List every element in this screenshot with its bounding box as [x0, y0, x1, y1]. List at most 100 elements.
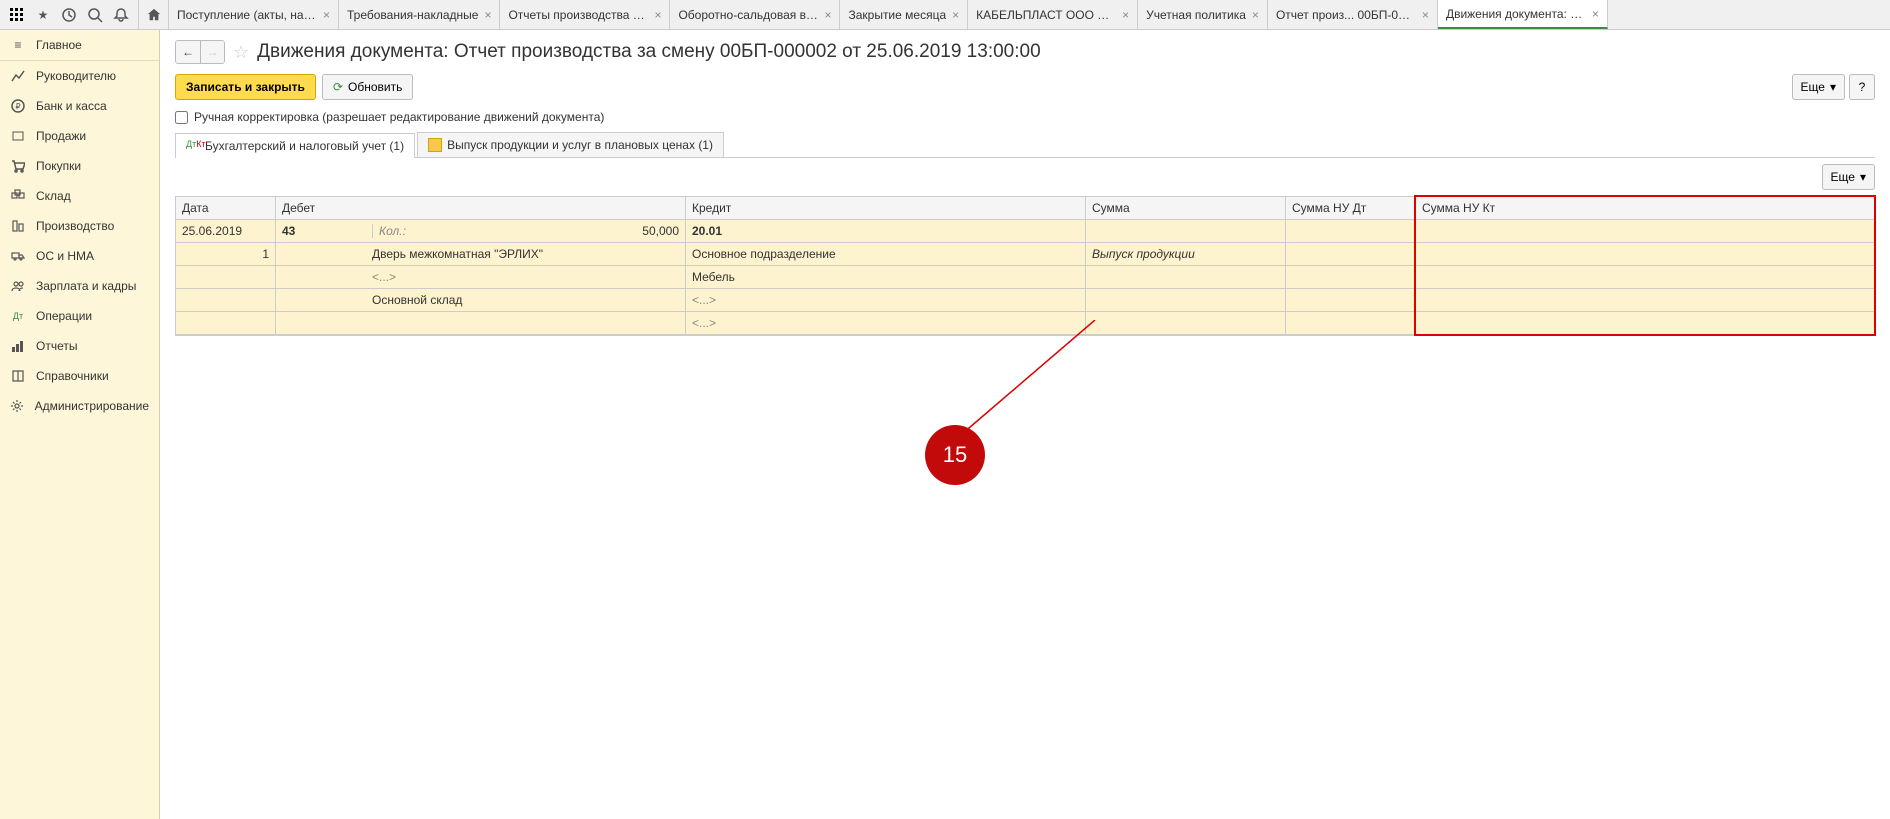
table-more-button[interactable]: Еще ▾: [1822, 164, 1875, 190]
hdr-sum[interactable]: Сумма: [1086, 197, 1286, 219]
sidebar-item[interactable]: Администрирование: [0, 391, 159, 421]
nav-forward[interactable]: →: [200, 41, 224, 63]
close-icon[interactable]: ×: [1252, 8, 1259, 22]
grid-row[interactable]: <...> Мебель: [176, 266, 1874, 289]
inner-tabs: ДтКт Бухгалтерский и налоговый учет (1) …: [175, 132, 1875, 158]
bell-icon[interactable]: [109, 3, 133, 27]
tab-item[interactable]: Движения документа: О...×: [1438, 0, 1608, 29]
tab-item[interactable]: Поступление (акты, накла... ×: [169, 0, 339, 29]
tab-item[interactable]: Требования-накладные ×: [339, 0, 500, 29]
debit-sub: Дверь межкомнатная "ЭРЛИХ": [372, 247, 679, 261]
hdr-sumnu-dt[interactable]: Сумма НУ Дт: [1286, 197, 1416, 219]
sidebar-item[interactable]: Зарплата и кадры: [0, 271, 159, 301]
sidebar-item[interactable]: Отчеты: [0, 331, 159, 361]
actions-row: Записать и закрыть ⟳ Обновить Еще ▾ ?: [175, 74, 1875, 100]
cell-num: 1: [176, 243, 276, 265]
save-close-button[interactable]: Записать и закрыть: [175, 74, 316, 100]
star-icon[interactable]: ★: [31, 3, 55, 27]
grid-row[interactable]: 25.06.2019 43 Кол.: 50,000 20.01: [176, 220, 1874, 243]
sidebar-item[interactable]: ОС и НМА: [0, 241, 159, 271]
menu-icon: ≡: [10, 37, 26, 53]
tab-acc-label: Бухгалтерский и налоговый учет (1): [205, 139, 404, 153]
grid-row[interactable]: Основной склад <...>: [176, 289, 1874, 312]
sidebar-item[interactable]: Дт Операции: [0, 301, 159, 331]
sidebar-item[interactable]: ₽Банк и касса: [0, 91, 159, 121]
home-tab[interactable]: [139, 0, 169, 29]
tab-label: Требования-накладные: [347, 8, 478, 22]
favorite-star-icon[interactable]: ☆: [233, 42, 249, 63]
qty-label: Кол.:: [379, 224, 406, 238]
tab-label: Закрытие месяца: [848, 8, 946, 22]
close-icon[interactable]: ×: [824, 8, 831, 22]
reports-icon: [10, 338, 26, 354]
sidebar-item[interactable]: Склад: [0, 181, 159, 211]
cell-sum: [1086, 312, 1286, 334]
dtkt-icon: Дт: [10, 308, 26, 324]
hdr-credit[interactable]: Кредит: [686, 197, 1086, 219]
help-button[interactable]: ?: [1849, 74, 1875, 100]
cell-sumnu-kt: [1416, 266, 1874, 288]
tab-item[interactable]: Учетная политика×: [1138, 0, 1268, 29]
sidebar-item[interactable]: Производство: [0, 211, 159, 241]
tab-item[interactable]: КАБЕЛЬПЛАСТ ООО ТД ...×: [968, 0, 1138, 29]
close-icon[interactable]: ×: [1122, 8, 1129, 22]
grid-row[interactable]: 1 Дверь межкомнатная "ЭРЛИХ" Основное по…: [176, 243, 1874, 266]
cell-debit: 43 Кол.: 50,000: [276, 220, 686, 242]
cell-sumnu-kt: [1416, 289, 1874, 311]
cell-sumnu-kt: [1416, 220, 1874, 242]
doc-icon: [428, 138, 442, 152]
search-icon[interactable]: [83, 3, 107, 27]
tab-output[interactable]: Выпуск продукции и услуг в плановых цена…: [417, 132, 724, 157]
hdr-date[interactable]: Дата: [176, 197, 276, 219]
tab-accounting[interactable]: ДтКт Бухгалтерский и налоговый учет (1): [175, 133, 415, 158]
tab-label: Отчет произ... 00БП-000002: [1276, 8, 1416, 22]
sidebar-label: Отчеты: [36, 339, 77, 353]
tab-label: Отчеты производства за ...: [508, 8, 648, 22]
main: ← → ☆ Движения документа: Отчет производ…: [160, 30, 1890, 819]
sidebar-label: Справочники: [36, 369, 109, 383]
close-icon[interactable]: ×: [654, 8, 661, 22]
apps-icon[interactable]: [5, 3, 29, 27]
title-row: ← → ☆ Движения документа: Отчет производ…: [175, 40, 1875, 64]
cell-sumnu-kt: [1416, 243, 1874, 265]
grid: Дата Дебет Кредит Сумма Сумма НУ Дт Сумм…: [175, 196, 1875, 336]
sidebar-label: Администрирование: [35, 399, 149, 413]
book-icon: [10, 368, 26, 384]
history-icon[interactable]: [57, 3, 81, 27]
close-icon[interactable]: ×: [1422, 8, 1429, 22]
page-title: Движения документа: Отчет производства з…: [257, 41, 1041, 63]
close-icon[interactable]: ×: [323, 8, 330, 22]
sidebar-head[interactable]: ≡ Главное: [0, 30, 159, 61]
tab-item[interactable]: Отчеты производства за ... ×: [500, 0, 670, 29]
sidebar-item[interactable]: Продажи: [0, 121, 159, 151]
manual-edit-label: Ручная корректировка (разрешает редактир…: [194, 110, 604, 124]
sidebar-label: Производство: [36, 219, 114, 233]
close-icon[interactable]: ×: [952, 8, 959, 22]
tab-item[interactable]: Закрытие месяца ×: [840, 0, 968, 29]
close-icon[interactable]: ×: [1592, 7, 1599, 21]
debit-sub: Основной склад: [372, 293, 679, 307]
tab-item[interactable]: Оборотно-сальдовая вед...×: [670, 0, 840, 29]
manual-edit-checkbox[interactable]: [175, 111, 188, 124]
sidebar-head-label: Главное: [36, 38, 82, 52]
tab-label: Поступление (акты, накла...: [177, 8, 317, 22]
refresh-icon: ⟳: [333, 80, 343, 94]
refresh-label: Обновить: [348, 80, 402, 94]
close-icon[interactable]: ×: [484, 8, 491, 22]
hdr-sumnu-kt[interactable]: Сумма НУ Кт: [1416, 197, 1874, 219]
tab-item[interactable]: Отчет произ... 00БП-000002 ×: [1268, 0, 1438, 29]
top-icons: ★: [0, 3, 138, 27]
bank-icon: ₽: [10, 98, 26, 114]
grid-row[interactable]: <...>: [176, 312, 1874, 335]
more-button[interactable]: Еще ▾: [1792, 74, 1845, 100]
sidebar-item[interactable]: Руководителю: [0, 61, 159, 91]
sidebar-item[interactable]: Покупки: [0, 151, 159, 181]
refresh-button[interactable]: ⟳ Обновить: [322, 74, 413, 100]
nav-back[interactable]: ←: [176, 41, 200, 63]
sidebar-item[interactable]: Справочники: [0, 361, 159, 391]
cell-debit: Основной склад: [276, 289, 686, 311]
cell-sum: Выпуск продукции: [1086, 243, 1286, 265]
hdr-debit[interactable]: Дебет: [276, 197, 686, 219]
sidebar-label: Операции: [36, 309, 92, 323]
cell-empty: [176, 289, 276, 311]
